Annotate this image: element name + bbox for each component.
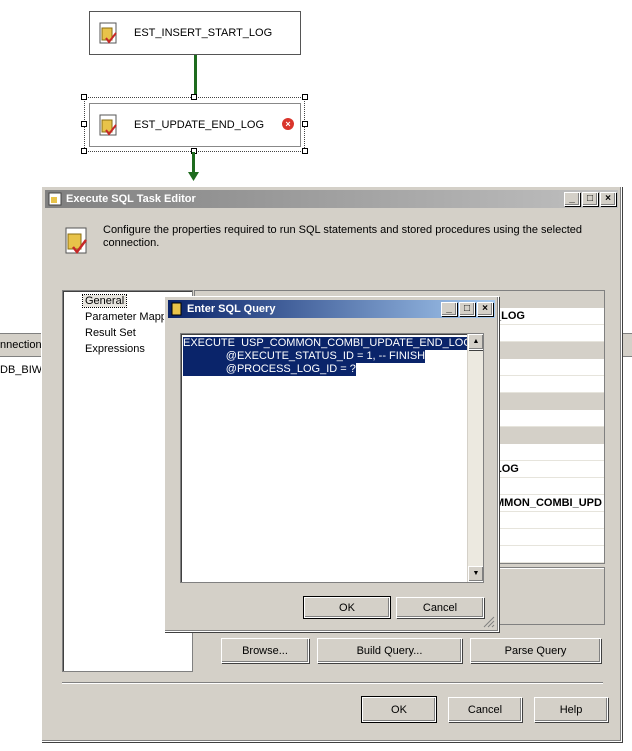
maximize-button[interactable]: □ [582, 192, 598, 206]
query-line: @EXECUTE_STATUS_ID = 1, -- FINISH [183, 350, 426, 363]
arrow-down-icon [188, 172, 199, 181]
nav-item-expressions[interactable]: Expressions [85, 343, 145, 355]
task-label: EST_UPDATE_END_LOG [134, 119, 265, 131]
header-icon [61, 225, 93, 257]
task-update-end-log[interactable]: EST_UPDATE_END_LOG [89, 103, 301, 147]
title-bar[interactable]: Execute SQL Task Editor _ □ × [45, 190, 618, 208]
cancel-button[interactable]: Cancel [396, 597, 484, 618]
scroll-down-icon[interactable]: ▼ [468, 566, 483, 582]
sql-query-textarea[interactable]: EXECUTE USP_COMMON_COMBI_UPDATE_END_LOG … [180, 333, 484, 583]
dialog-title: Enter SQL Query [187, 303, 276, 315]
resize-handle[interactable] [302, 148, 308, 154]
sql-task-icon [96, 112, 122, 138]
window-title: Execute SQL Task Editor [66, 193, 196, 205]
query-line: @PROCESS_LOG_ID = ? [183, 363, 356, 376]
resize-handle[interactable] [81, 94, 87, 100]
close-button[interactable]: × [600, 192, 616, 206]
task-insert-start-log[interactable]: EST_INSERT_START_LOG [89, 11, 301, 55]
browse-button[interactable]: Browse... [221, 638, 309, 663]
build-query-button[interactable]: Build Query... [317, 638, 462, 663]
ok-button[interactable]: OK [303, 596, 391, 619]
precedence-connector[interactable] [194, 55, 197, 99]
cancel-button[interactable]: Cancel [448, 697, 522, 722]
sql-task-icon [96, 20, 122, 46]
separator [62, 682, 603, 684]
connection-item[interactable]: DB_BIW [0, 364, 42, 376]
resize-grip-icon[interactable] [483, 616, 495, 628]
task-label: EST_INSERT_START_LOG [134, 27, 273, 39]
resize-handle[interactable] [81, 121, 87, 127]
minimize-button[interactable]: _ [564, 192, 580, 206]
resize-handle[interactable] [302, 121, 308, 127]
scroll-up-icon[interactable]: ▲ [468, 334, 483, 350]
property-value: MMON_COMBI_UPD [495, 497, 602, 509]
ok-button[interactable]: OK [361, 696, 437, 723]
nav-item-result-set[interactable]: Result Set [85, 327, 136, 339]
error-icon: × [282, 118, 294, 130]
connection-manager-header: nnection [0, 333, 42, 357]
property-value: _LOG [495, 310, 525, 322]
background-strip-right [621, 333, 632, 357]
maximize-button[interactable]: □ [459, 302, 475, 316]
resize-handle[interactable] [191, 94, 197, 100]
enter-sql-query-dialog: Enter SQL Query _ □ × EXECUTE USP_COMMON… [164, 296, 499, 632]
close-button[interactable]: × [477, 302, 493, 316]
sql-query-text: EXECUTE USP_COMMON_COMBI_UPDATE_END_LOG … [183, 337, 472, 376]
query-icon [171, 302, 182, 316]
column-header: nnection [0, 339, 42, 351]
query-line: EXECUTE USP_COMMON_COMBI_UPDATE_END_LOG [183, 337, 472, 350]
editor-description: Configure the properties required to run… [103, 224, 582, 249]
app-icon [48, 192, 62, 206]
resize-handle[interactable] [302, 94, 308, 100]
nav-item-general[interactable]: General [81, 294, 128, 308]
help-button[interactable]: Help [534, 697, 608, 722]
minimize-button[interactable]: _ [441, 302, 457, 316]
vertical-scrollbar[interactable]: ▲ ▼ [467, 334, 483, 582]
title-bar[interactable]: Enter SQL Query _ □ × [168, 300, 495, 318]
resize-handle[interactable] [81, 148, 87, 154]
parse-query-button[interactable]: Parse Query [470, 638, 601, 663]
